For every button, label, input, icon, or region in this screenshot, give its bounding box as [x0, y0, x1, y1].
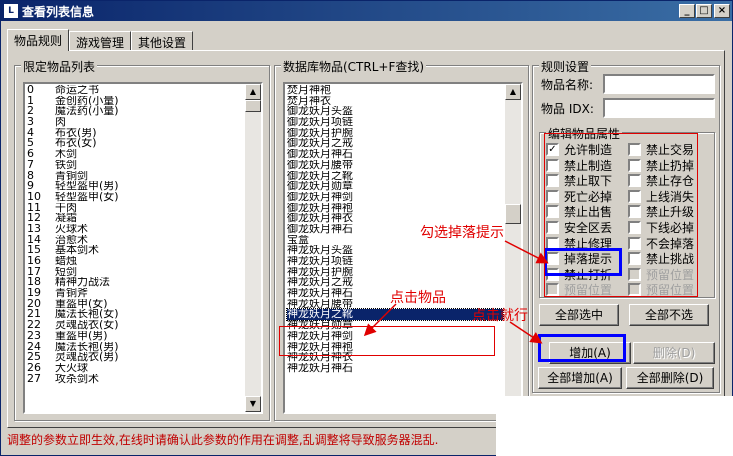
arrow-drop-hint — [504, 240, 549, 264]
tab-item-rules[interactable]: 物品规则 — [7, 29, 70, 51]
arrow-item — [363, 303, 397, 337]
arrow-add — [509, 321, 543, 344]
annotation-arrows — [363, 240, 549, 344]
